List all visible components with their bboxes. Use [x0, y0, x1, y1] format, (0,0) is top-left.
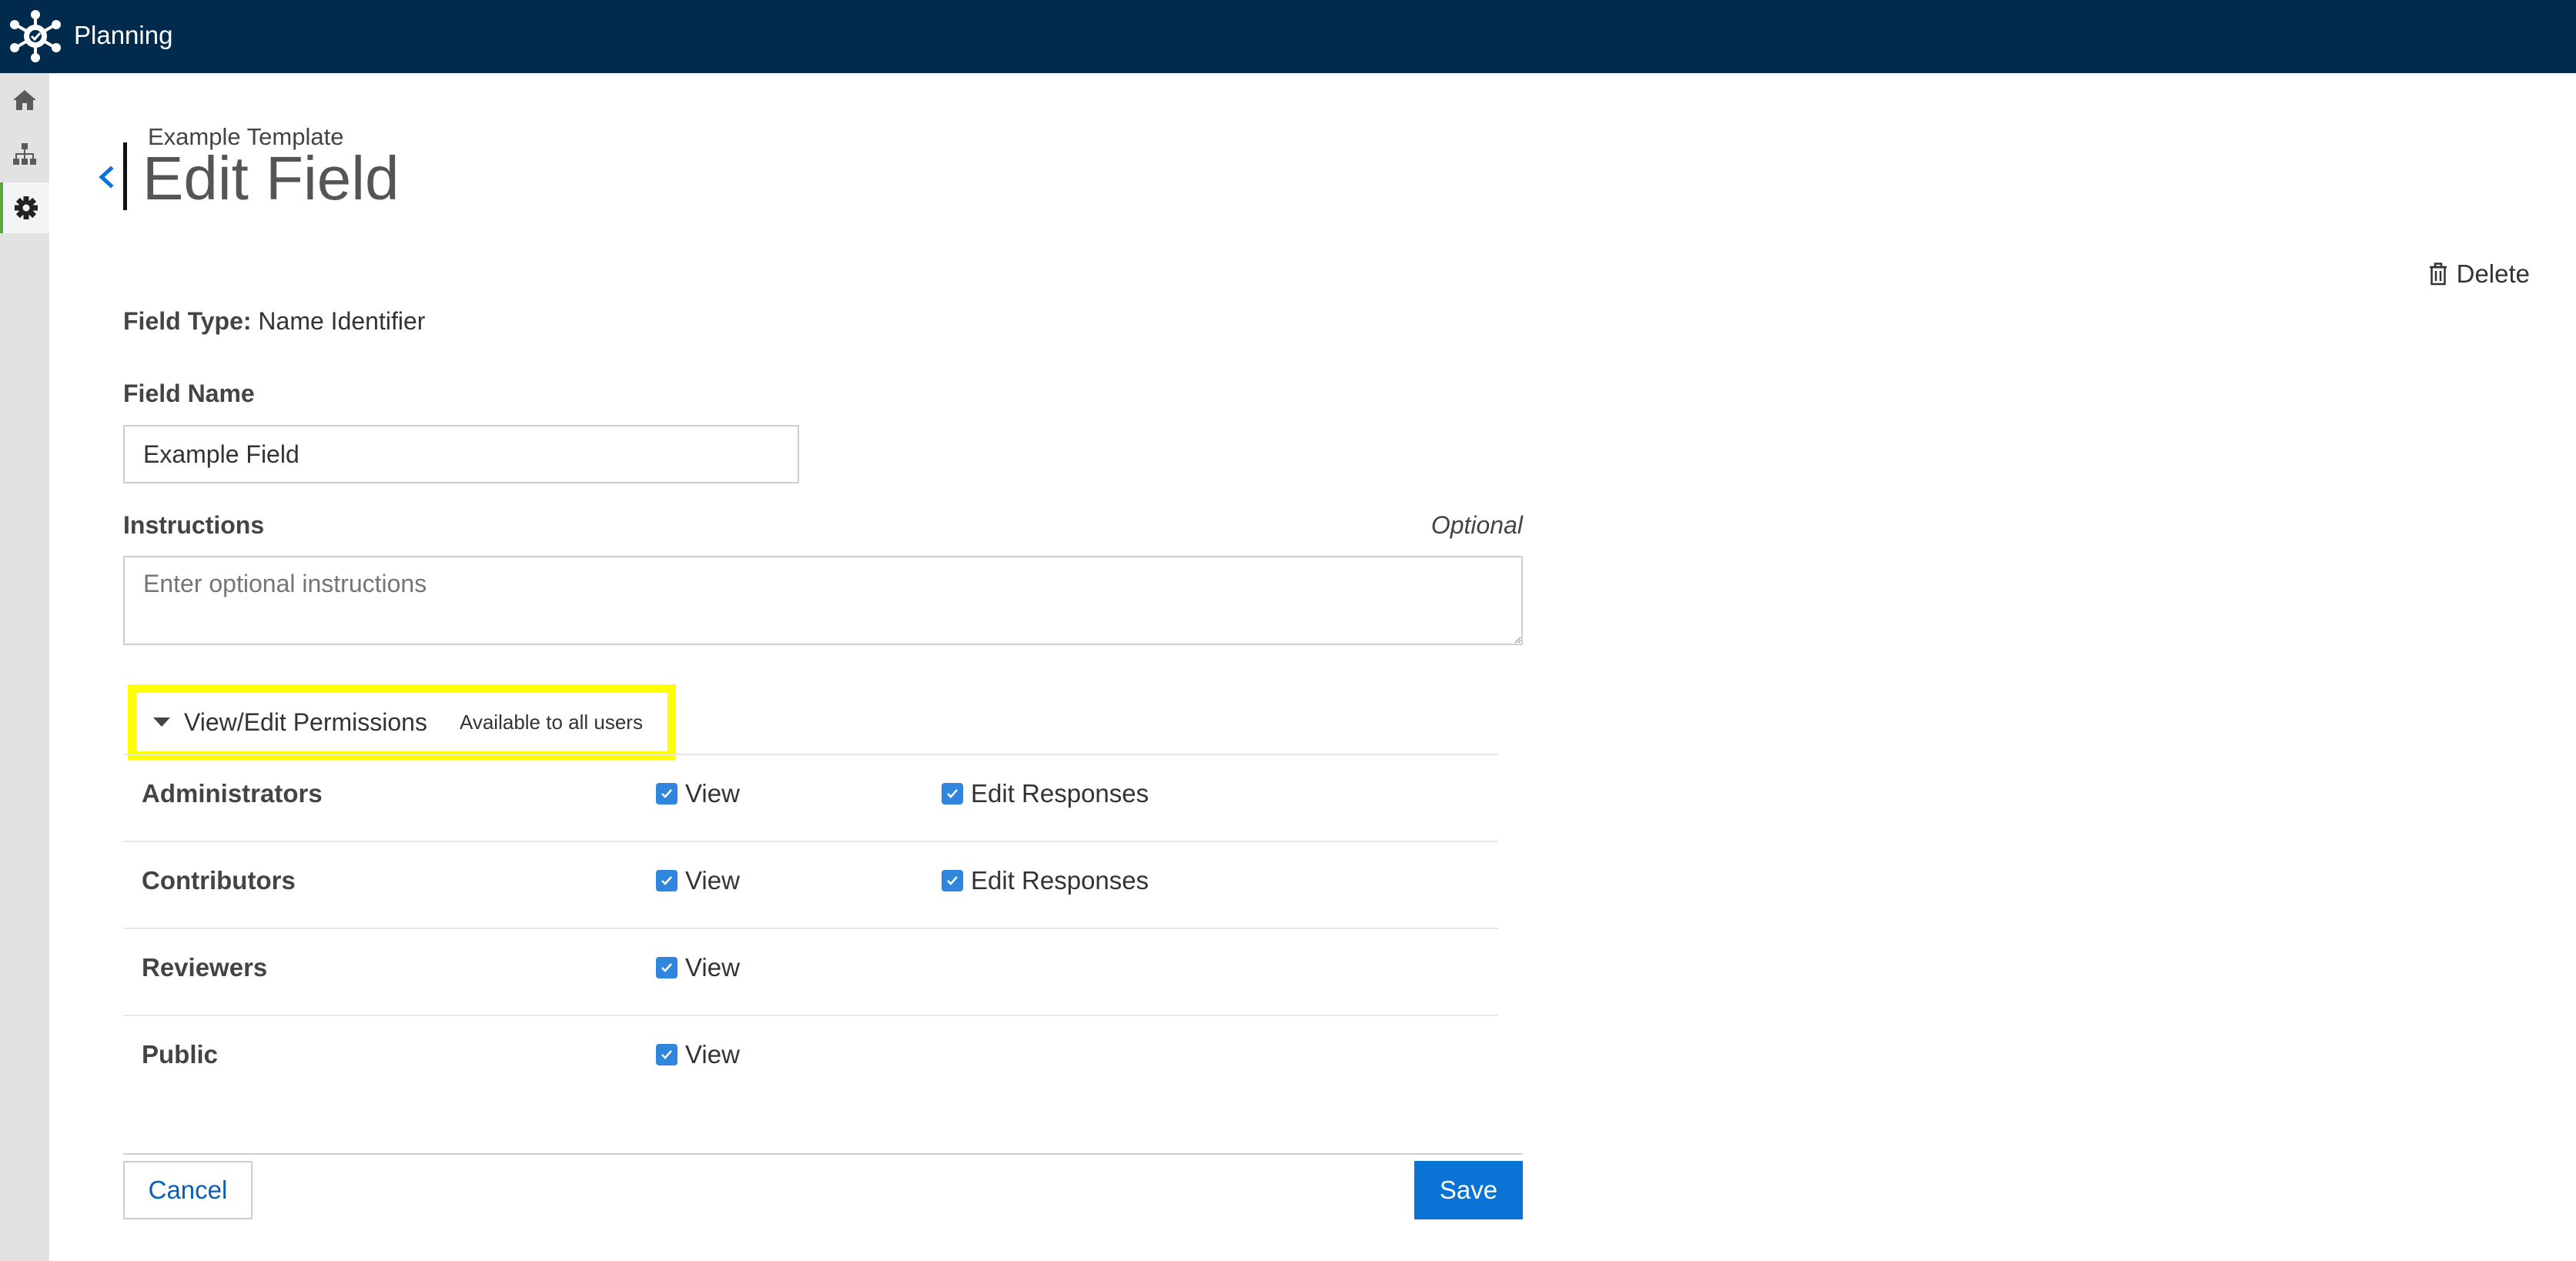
permission-row: Contributors View Edit Responses: [123, 841, 1498, 928]
instructions-label: Instructions: [123, 511, 265, 539]
permissions-toggle[interactable]: View/Edit Permissions Available to all u…: [128, 684, 676, 760]
home-icon: [13, 90, 36, 110]
view-label: View: [685, 866, 740, 895]
field-name-input[interactable]: [123, 425, 799, 483]
checkbox-checked-icon[interactable]: [942, 783, 963, 804]
caret-down-icon: [153, 717, 170, 727]
permissions-summary: Available to all users: [459, 710, 643, 734]
checkbox-checked-icon[interactable]: [942, 870, 963, 891]
sidebar-item-home[interactable]: [0, 75, 49, 125]
page-title: Edit Field: [142, 144, 400, 212]
gear-icon: [15, 196, 38, 219]
field-type-label: Field Type: [123, 307, 243, 335]
field-type-value: Name Identifier: [258, 307, 426, 335]
save-button[interactable]: Save: [1414, 1161, 1523, 1219]
permission-row: Public View: [123, 1015, 1498, 1102]
cancel-button[interactable]: Cancel: [123, 1161, 253, 1219]
field-type: Field Type: Name Identifier: [123, 307, 426, 335]
view-checkbox[interactable]: View: [656, 865, 740, 896]
view-label: View: [685, 1040, 740, 1069]
permissions-table: Administrators View Edit Responses Contr…: [123, 754, 1498, 1102]
field-name-label: Field Name: [123, 380, 255, 407]
edit-responses-label: Edit Responses: [971, 779, 1149, 808]
delete-label: Delete: [2456, 259, 2530, 288]
role-label: Administrators: [142, 779, 323, 808]
edit-responses-checkbox[interactable]: Edit Responses: [942, 865, 1149, 896]
edit-responses-label: Edit Responses: [971, 866, 1149, 895]
sidebar-item-settings[interactable]: [0, 182, 49, 233]
checkbox-checked-icon[interactable]: [656, 957, 677, 978]
form-footer-divider: [123, 1153, 1523, 1155]
permission-row: Administrators View Edit Responses: [123, 754, 1498, 841]
view-checkbox[interactable]: View: [656, 952, 740, 983]
title-divider: [123, 142, 127, 210]
checkbox-checked-icon[interactable]: [656, 870, 677, 891]
permission-row: Reviewers View: [123, 928, 1498, 1015]
checkbox-checked-icon[interactable]: [656, 1044, 677, 1065]
back-chevron-icon[interactable]: [92, 158, 120, 196]
optional-note: Optional: [1430, 511, 1523, 539]
permissions-title: View/Edit Permissions: [184, 707, 427, 736]
app-title: Planning: [74, 21, 173, 49]
checkbox-checked-icon[interactable]: [656, 783, 677, 804]
role-label: Reviewers: [142, 953, 268, 982]
sitemap-icon: [13, 143, 36, 165]
left-sidebar: [0, 73, 49, 1261]
role-label: Contributors: [142, 866, 296, 895]
view-label: View: [685, 953, 740, 982]
top-navigation-bar: Planning: [0, 0, 2576, 73]
edit-responses-checkbox[interactable]: Edit Responses: [942, 778, 1149, 809]
sidebar-item-sitemap[interactable]: [0, 129, 49, 179]
delete-button[interactable]: Delete: [2429, 259, 2530, 289]
instructions-textarea[interactable]: [123, 556, 1523, 645]
role-label: Public: [142, 1040, 219, 1069]
view-checkbox[interactable]: View: [656, 778, 740, 809]
trash-icon: [2429, 263, 2447, 286]
view-checkbox[interactable]: View: [656, 1039, 740, 1070]
view-label: View: [685, 779, 740, 808]
network-gear-logo-icon[interactable]: [8, 9, 63, 63]
